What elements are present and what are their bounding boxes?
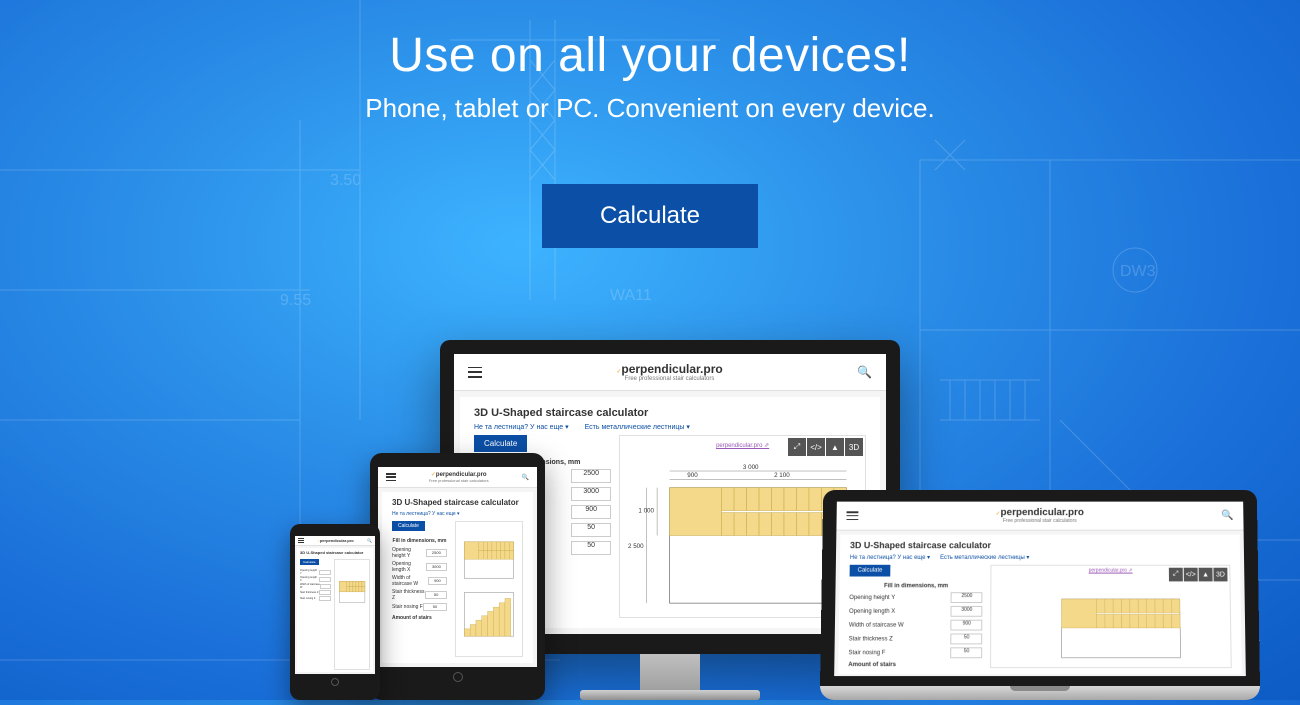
- stair-thickness-input[interactable]: 50: [951, 633, 983, 644]
- amount-stairs-header: Amount of stairs: [392, 615, 447, 621]
- brand-logo: ✓perpendicular.pro Free professional sta…: [429, 471, 489, 483]
- permalink[interactable]: perpendicular.pro ⇗: [1089, 568, 1133, 574]
- search-icon[interactable]: 🔍: [367, 538, 372, 543]
- stair-thickness-input[interactable]: 50: [425, 591, 447, 599]
- svg-text:2 500: 2 500: [628, 543, 644, 550]
- stair-thickness-input[interactable]: 50: [571, 523, 611, 537]
- field-label: Width of staircase W: [392, 575, 428, 587]
- hamburger-icon[interactable]: [386, 473, 396, 481]
- field-label: Opening length X: [392, 561, 426, 573]
- field-label: Width of staircase W: [300, 583, 320, 589]
- staircase-type-dropdown[interactable]: Не та лестница? У нас еще ▾: [392, 511, 460, 517]
- field-label: Stair thickness Z: [392, 589, 425, 601]
- field-label: Stair thickness Z: [300, 591, 318, 594]
- calculate-mini-button[interactable]: Calculate: [300, 559, 319, 565]
- page-title: 3D U-Shaped staircase calculator: [474, 407, 866, 419]
- search-icon[interactable]: 🔍: [857, 365, 872, 379]
- staircase-diagram: [460, 526, 518, 652]
- stair-nosing-input[interactable]: [319, 596, 331, 601]
- embed-tool-icon[interactable]: </>: [807, 438, 825, 456]
- search-icon[interactable]: 🔍: [522, 474, 529, 481]
- svg-text:DW3: DW3: [1120, 263, 1156, 280]
- hero-title: Use on all your devices!: [0, 28, 1300, 83]
- field-label: Width of staircase W: [849, 622, 904, 628]
- dimensions-header: Fill in dimensions, mm: [392, 538, 447, 544]
- field-label: Opening height Y: [849, 595, 895, 601]
- hamburger-icon[interactable]: [298, 538, 304, 543]
- fullscreen-tool-icon[interactable]: ⤢: [1169, 568, 1183, 582]
- search-icon[interactable]: 🔍: [1221, 510, 1233, 521]
- field-label: Stair thickness Z: [849, 636, 893, 642]
- opening-height-input[interactable]: [319, 570, 331, 575]
- embed-tool-icon[interactable]: </>: [1184, 568, 1198, 582]
- opening-height-input[interactable]: 2500: [426, 549, 447, 557]
- stair-nosing-input[interactable]: 50: [571, 541, 611, 555]
- field-label: Opening length X: [849, 608, 895, 614]
- laptop: ✓perpendicular.pro Free professional sta…: [820, 486, 1260, 700]
- svg-text:3 000: 3 000: [743, 464, 759, 471]
- field-label: Stair nosing F: [300, 597, 315, 600]
- calculate-mini-button[interactable]: Calculate: [474, 435, 527, 452]
- svg-text:900: 900: [687, 472, 698, 479]
- hamburger-icon[interactable]: [846, 511, 858, 520]
- field-label: Stair nosing F: [392, 604, 423, 610]
- staircase-width-input[interactable]: 900: [571, 505, 611, 519]
- amount-stairs-header: Amount of stairs: [848, 662, 982, 668]
- svg-text:2 100: 2 100: [774, 472, 790, 479]
- stair-nosing-input[interactable]: 50: [423, 603, 447, 611]
- staircase-width-input[interactable]: [320, 584, 331, 589]
- phone-home-button[interactable]: [331, 678, 339, 686]
- opening-length-input[interactable]: 3000: [571, 487, 611, 501]
- stair-thickness-input[interactable]: [319, 590, 331, 595]
- brand-logo: ✓perpendicular.pro Free professional sta…: [996, 507, 1084, 523]
- page-title: 3D U-Shaped staircase calculator: [850, 540, 1230, 550]
- calculate-mini-button[interactable]: Calculate: [392, 521, 425, 531]
- tablet: ✓perpendicular.pro Free professional sta…: [370, 453, 545, 700]
- brand-logo: ✓perpendicular.pro Free professional sta…: [616, 362, 722, 382]
- brand-logo: ✓perpendicular.pro: [317, 538, 353, 543]
- view-tool-icon[interactable]: ▲: [1199, 568, 1213, 582]
- staircase-width-input[interactable]: 900: [428, 577, 447, 585]
- staircase-type-dropdown[interactable]: Не та лестница? У нас еще ▾: [474, 423, 569, 431]
- staircase-diagram: [997, 585, 1224, 661]
- dimensions-header: Fill in dimensions, mm: [849, 583, 982, 589]
- opening-height-input[interactable]: 2500: [951, 592, 983, 603]
- view-tool-icon[interactable]: ▲: [826, 438, 844, 456]
- opening-length-input[interactable]: [319, 577, 331, 582]
- field-label: Opening length X: [300, 576, 319, 582]
- page-title: 3D U-Shaped staircase calculator: [300, 550, 370, 555]
- hamburger-icon[interactable]: [468, 367, 482, 378]
- field-label: Opening height Y: [300, 569, 319, 575]
- fullscreen-tool-icon[interactable]: ⤢: [788, 438, 806, 456]
- opening-height-input[interactable]: 2500: [571, 469, 611, 483]
- staircase-type-dropdown[interactable]: Не та лестница? У нас еще ▾: [850, 554, 930, 561]
- stair-nosing-input[interactable]: 50: [951, 647, 983, 658]
- field-label: Stair nosing F: [848, 650, 885, 656]
- phone: ✓perpendicular.pro 🔍 3D U-Shaped stairca…: [290, 524, 380, 700]
- 3d-tool-icon[interactable]: 3D: [1213, 568, 1227, 582]
- device-showcase: ✓perpendicular.pro Free professional sta…: [0, 280, 1300, 700]
- staircase-diagram: [337, 562, 367, 667]
- opening-length-input[interactable]: 3000: [951, 606, 983, 617]
- metal-stairs-dropdown[interactable]: Есть металлические лестницы ▾: [585, 423, 690, 431]
- calculate-mini-button[interactable]: Calculate: [850, 565, 891, 577]
- opening-length-input[interactable]: 3000: [426, 563, 447, 571]
- calculate-button[interactable]: Calculate: [542, 184, 758, 248]
- 3d-tool-icon[interactable]: 3D: [845, 438, 863, 456]
- permalink[interactable]: perpendicular.pro ⇗: [716, 442, 769, 449]
- svg-text:1 000: 1 000: [639, 508, 655, 515]
- tablet-home-button[interactable]: [453, 672, 463, 682]
- page-title: 3D U-Shaped staircase calculator: [392, 498, 523, 507]
- staircase-width-input[interactable]: 900: [951, 620, 983, 631]
- hero-subtitle: Phone, tablet or PC. Convenient on every…: [0, 93, 1300, 124]
- metal-stairs-dropdown[interactable]: Есть металлические лестницы ▾: [940, 554, 1029, 561]
- field-label: Opening height Y: [392, 547, 426, 559]
